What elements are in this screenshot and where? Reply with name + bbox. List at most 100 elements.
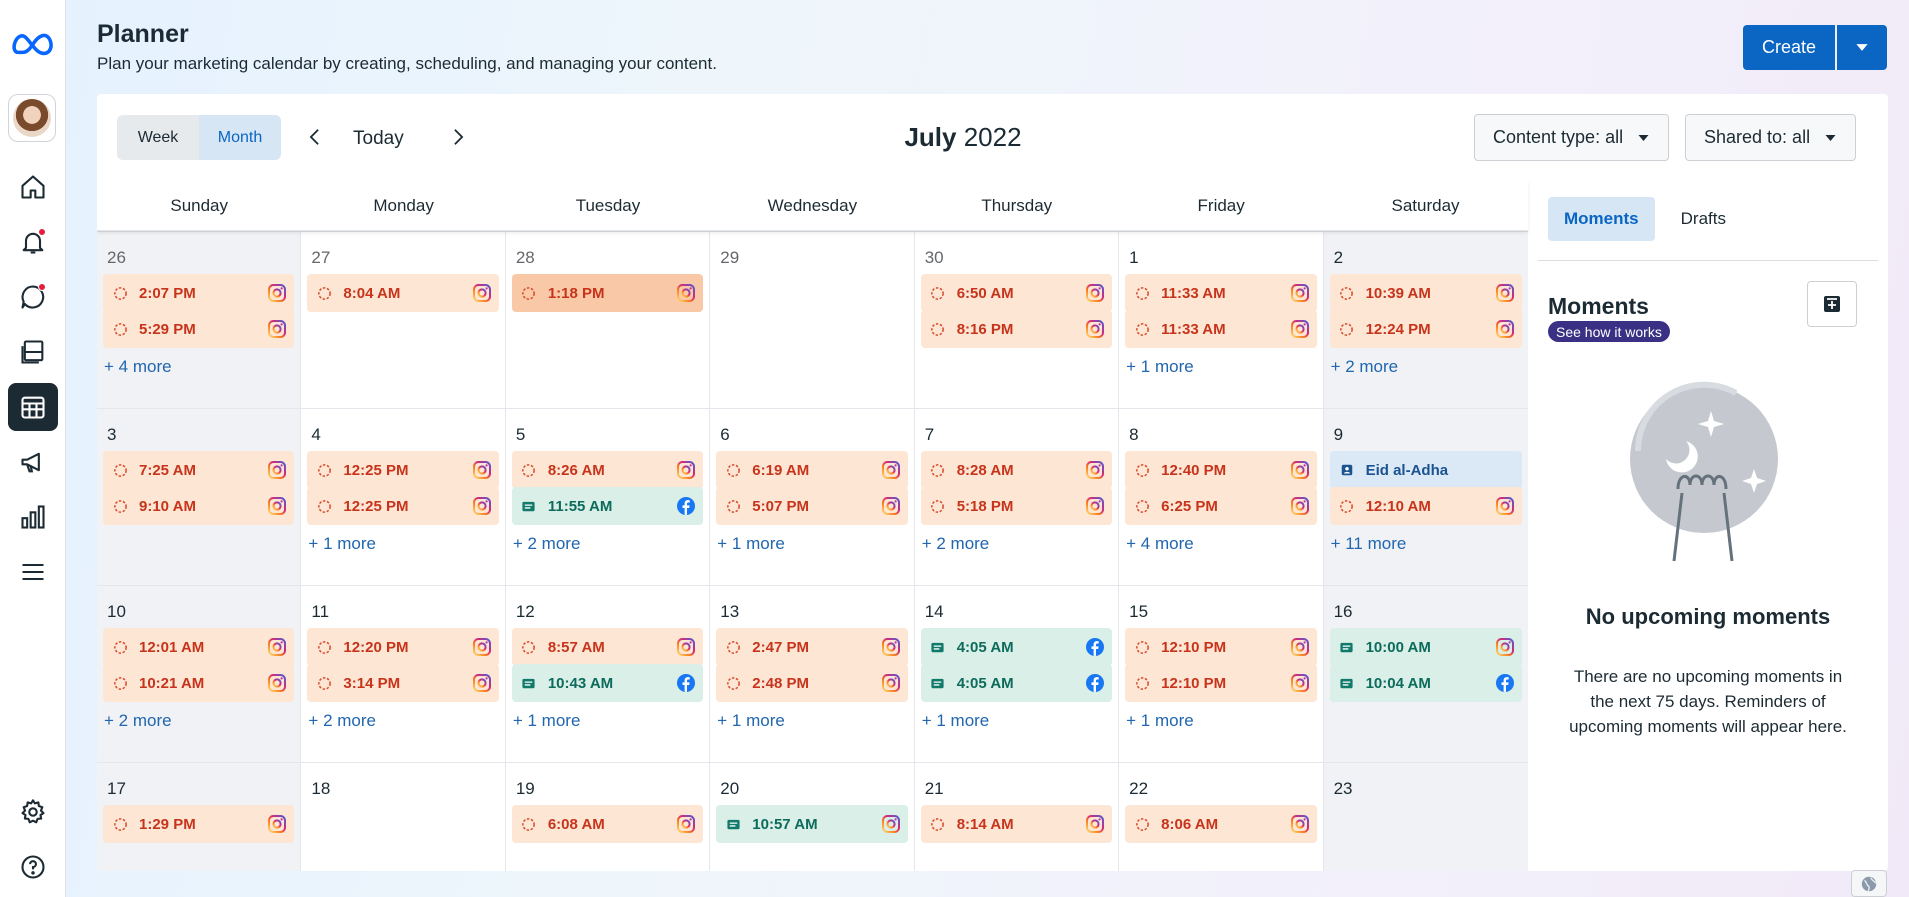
day-cell[interactable]: 28 1:18 PM <box>505 232 711 409</box>
planner-icon[interactable] <box>8 383 58 431</box>
day-cell[interactable]: 18 <box>301 763 506 871</box>
day-cell[interactable]: 4 12:25 PM 12:25 PM + 1 more <box>301 409 506 586</box>
day-cell[interactable]: 1 11:33 AM 11:33 AM + 1 more <box>1119 232 1324 409</box>
day-cell[interactable]: 13 2:47 PM 2:48 PM + 1 more <box>710 586 915 763</box>
post-chip[interactable]: 12:10 PM <box>1125 628 1317 666</box>
day-cell[interactable]: 9 Eid al-Adha 12:10 AM + 11 more <box>1323 409 1528 586</box>
post-chip[interactable]: 6:19 AM <box>716 451 908 489</box>
day-cell[interactable]: 26 2:07 PM 5:29 PM + 4 more <box>97 232 302 409</box>
day-cell[interactable]: 2 10:39 AM 12:24 PM + 2 more <box>1323 232 1528 409</box>
post-chip[interactable]: 12:20 PM <box>307 628 499 666</box>
day-cell[interactable]: 6 6:19 AM 5:07 PM + 1 more <box>710 409 915 586</box>
month-view-button[interactable]: Month <box>199 115 281 160</box>
next-month-button[interactable] <box>443 122 473 152</box>
create-button[interactable]: Create <box>1743 25 1835 70</box>
post-chip[interactable]: 12:10 AM <box>1329 487 1522 525</box>
meta-logo-icon[interactable] <box>8 20 58 68</box>
post-chip[interactable]: 8:57 AM <box>511 628 704 666</box>
home-icon[interactable] <box>8 163 58 211</box>
post-chip[interactable]: 12:10 PM <box>1125 664 1317 702</box>
tab-moments[interactable]: Moments <box>1548 197 1655 241</box>
more-posts-link[interactable]: + 4 more <box>1126 534 1194 554</box>
more-posts-link[interactable]: + 1 more <box>717 534 785 554</box>
post-chip[interactable]: 10:00 AM <box>1329 628 1522 666</box>
post-chip[interactable]: 10:39 AM <box>1329 274 1522 312</box>
day-cell[interactable]: 29 <box>710 232 915 409</box>
create-dropdown-button[interactable] <box>1837 25 1887 70</box>
post-chip[interactable]: 10:04 AM <box>1329 664 1522 702</box>
inbox-icon[interactable] <box>8 273 58 321</box>
more-posts-link[interactable]: + 11 more <box>1331 534 1407 554</box>
more-posts-link[interactable]: + 1 more <box>1126 711 1194 731</box>
more-posts-link[interactable]: + 1 more <box>308 534 376 554</box>
post-chip[interactable]: 10:21 AM <box>103 664 295 702</box>
post-chip[interactable]: 1:18 PM <box>511 274 704 312</box>
more-posts-link[interactable]: + 1 more <box>513 711 581 731</box>
day-cell[interactable]: 8 12:40 PM 6:25 PM + 4 more <box>1119 409 1324 586</box>
day-cell[interactable]: 16 10:00 AM 10:04 AM <box>1323 586 1528 763</box>
post-chip[interactable]: 3:14 PM <box>307 664 499 702</box>
more-posts-link[interactable]: + 1 more <box>1126 357 1194 377</box>
day-cell[interactable]: 12 8:57 AM 10:43 AM + 1 more <box>505 586 711 763</box>
day-cell[interactable]: 27 8:04 AM <box>301 232 506 409</box>
day-cell[interactable]: 15 12:10 PM 12:10 PM + 1 more <box>1119 586 1324 763</box>
help-icon[interactable] <box>8 843 58 891</box>
post-chip[interactable]: 12:25 PM <box>307 451 499 489</box>
post-chip[interactable]: 8:14 AM <box>920 805 1113 843</box>
see-how-it-works-link[interactable]: See how it works <box>1548 321 1670 342</box>
post-chip[interactable]: 10:43 AM <box>511 664 704 702</box>
more-posts-link[interactable]: + 2 more <box>922 534 990 554</box>
day-cell[interactable]: 23 <box>1323 763 1528 871</box>
today-button[interactable]: Today <box>353 128 404 150</box>
notifications-icon[interactable] <box>8 218 58 266</box>
post-chip[interactable]: 8:06 AM <box>1125 805 1317 843</box>
post-chip[interactable]: 11:33 AM <box>1125 310 1317 348</box>
more-posts-link[interactable]: + 2 more <box>104 711 172 731</box>
post-chip[interactable]: 5:18 PM <box>920 487 1113 525</box>
post-chip[interactable]: 1:29 PM <box>103 805 295 843</box>
more-posts-link[interactable]: + 4 more <box>104 357 172 377</box>
more-posts-link[interactable]: + 2 more <box>513 534 581 554</box>
more-posts-link[interactable]: + 1 more <box>717 711 785 731</box>
post-chip[interactable]: 10:57 AM <box>716 805 908 843</box>
content-icon[interactable] <box>8 328 58 376</box>
tab-drafts[interactable]: Drafts <box>1665 197 1742 241</box>
day-cell[interactable]: 11 12:20 PM 3:14 PM + 2 more <box>301 586 506 763</box>
post-chip[interactable]: 6:25 PM <box>1125 487 1317 525</box>
post-chip[interactable]: 8:16 PM <box>920 310 1113 348</box>
post-chip[interactable]: 4:05 AM <box>920 628 1113 666</box>
post-chip[interactable]: 2:07 PM <box>103 274 295 312</box>
post-chip[interactable]: 8:28 AM <box>920 451 1113 489</box>
post-chip[interactable]: 8:26 AM <box>511 451 704 489</box>
globe-icon[interactable] <box>1851 870 1887 897</box>
day-cell[interactable]: 5 8:26 AM 11:55 AM + 2 more <box>505 409 711 586</box>
post-chip[interactable]: 7:25 AM <box>103 451 295 489</box>
day-cell[interactable]: 21 8:14 AM <box>914 763 1120 871</box>
day-cell[interactable]: 30 6:50 AM 8:16 PM <box>914 232 1120 409</box>
post-chip[interactable]: 6:08 AM <box>511 805 704 843</box>
day-cell[interactable]: 17 1:29 PM <box>97 763 302 871</box>
post-chip[interactable]: 8:04 AM <box>307 274 499 312</box>
day-cell[interactable]: 22 8:06 AM <box>1119 763 1324 871</box>
insights-icon[interactable] <box>8 493 58 541</box>
post-chip[interactable]: 12:25 PM <box>307 487 499 525</box>
shared-to-filter[interactable]: Shared to: all <box>1685 114 1857 161</box>
more-posts-link[interactable]: + 1 more <box>922 711 990 731</box>
post-chip[interactable]: 11:33 AM <box>1125 274 1317 312</box>
moment-chip[interactable]: Eid al-Adha <box>1329 451 1522 489</box>
post-chip[interactable]: 2:47 PM <box>716 628 908 666</box>
post-chip[interactable]: 5:29 PM <box>103 310 295 348</box>
settings-icon[interactable] <box>8 788 58 836</box>
post-chip[interactable]: 11:55 AM <box>511 487 704 525</box>
more-posts-link[interactable]: + 2 more <box>1331 357 1399 377</box>
avatar[interactable] <box>8 94 56 142</box>
day-cell[interactable]: 7 8:28 AM 5:18 PM + 2 more <box>914 409 1120 586</box>
week-view-button[interactable]: Week <box>117 115 199 160</box>
ads-icon[interactable] <box>8 438 58 486</box>
content-type-filter[interactable]: Content type: all <box>1474 114 1670 161</box>
post-chip[interactable]: 12:01 AM <box>103 628 295 666</box>
post-chip[interactable]: 12:24 PM <box>1329 310 1522 348</box>
post-chip[interactable]: 12:40 PM <box>1125 451 1317 489</box>
post-chip[interactable]: 5:07 PM <box>716 487 908 525</box>
day-cell[interactable]: 3 7:25 AM 9:10 AM <box>97 409 302 586</box>
